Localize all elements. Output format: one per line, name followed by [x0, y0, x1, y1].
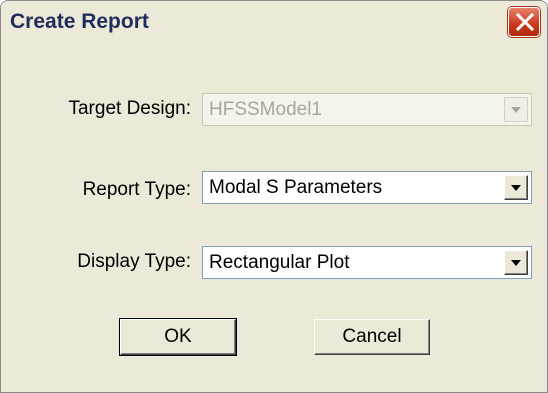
display-type-label: Display Type: — [77, 251, 191, 272]
display-type-dropdown-button[interactable] — [504, 250, 528, 275]
dialog-title: Create Report — [10, 10, 149, 33]
create-report-dialog: Create Report Target Design: HFSSModel1 … — [0, 0, 548, 393]
display-type-value: Rectangular Plot — [209, 252, 350, 273]
target-design-label: Target Design: — [68, 98, 191, 119]
chevron-down-icon — [511, 185, 521, 191]
report-type-dropdown-button[interactable] — [504, 175, 528, 200]
ok-button[interactable]: OK — [119, 318, 237, 356]
close-icon — [515, 13, 535, 31]
chevron-down-icon — [511, 260, 521, 266]
target-design-select: HFSSModel1 — [202, 93, 532, 126]
chevron-down-icon — [511, 107, 521, 113]
target-design-dropdown-button — [504, 97, 528, 122]
target-design-value: HFSSModel1 — [209, 99, 322, 120]
close-button[interactable] — [508, 7, 540, 37]
display-type-select[interactable]: Rectangular Plot — [202, 246, 532, 279]
report-type-label: Report Type: — [82, 179, 191, 200]
title-bar[interactable]: Create Report — [1, 1, 547, 41]
cancel-button[interactable]: Cancel — [314, 319, 430, 355]
report-type-select[interactable]: Modal S Parameters — [202, 171, 532, 204]
report-type-value: Modal S Parameters — [209, 177, 383, 198]
